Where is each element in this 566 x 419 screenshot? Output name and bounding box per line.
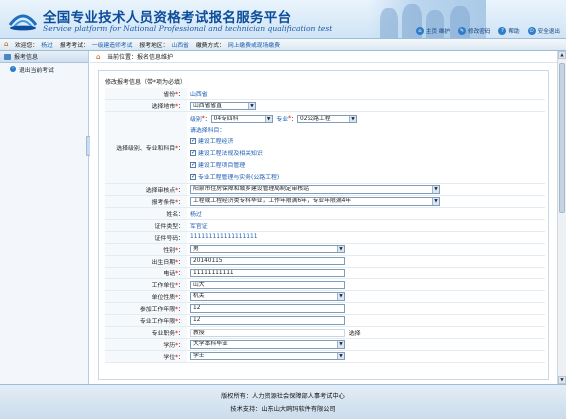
footer-tech-support: 技术支持：山东山大鸥玛软件有限公司	[230, 406, 336, 413]
exam-name: 一级建造师考试	[91, 43, 133, 49]
power-icon: ⏻	[527, 27, 536, 35]
exam-area: 山西省	[171, 43, 189, 49]
id-type-value: 军官证	[190, 223, 208, 230]
work-years-input[interactable]: 12	[190, 304, 345, 313]
key-icon: ✎	[458, 27, 467, 35]
arrow-right-icon: ›	[10, 66, 16, 72]
main-content: ⌂ 当前位置：报名信息维护 修改报考信息（带*项为必填） 省份*： 山西省 选择…	[90, 51, 557, 384]
checkbox-checked-icon	[190, 173, 196, 180]
form-row-work-years: 参加工作年限*： 12	[105, 302, 545, 316]
form-row-id-no: 证件号码： 111111111111111111	[105, 231, 545, 244]
sidebar: 报考信息 › 退出当前考试	[0, 51, 89, 384]
home-icon: ⌂	[415, 27, 424, 35]
form-table: 省份*： 山西省 选择地市*： 山西省省直 ▼ 选择级别、专业和科目*： 级别 *：…	[105, 88, 545, 363]
condition-select[interactable]: 工程或工程经济类专科毕业，工作年限满6年，专业年限满4年 ▼	[190, 197, 440, 206]
pro-years-input[interactable]: 12	[190, 316, 345, 325]
checkbox-checked-icon	[190, 137, 196, 144]
level-select[interactable]: 04专四科 ▼	[210, 114, 273, 124]
site-footer: 版权所有：人力资源社会保障部人事考试中心 技术支持：山东山大鸥玛软件有限公司	[0, 384, 566, 419]
major-select[interactable]: 02公路工程 ▼	[297, 114, 357, 124]
review-site-select[interactable]: 阳泉市住房保障和城乡建设管理局制定审核站 ▼	[190, 185, 440, 194]
choose-title-button[interactable]: 选择	[349, 331, 361, 337]
site-title: 全国专业技术人员资格考试报名服务平台	[43, 10, 292, 26]
form-row-site: 选择审核点*： 阳泉市住房保障和城乡建设管理局制定审核站 ▼	[105, 183, 545, 197]
form-row-condition: 报考条件*： 工程或工程经济类专科毕业，工作年限满6年，专业年限满4年 ▼	[105, 195, 545, 209]
site-header: 全国专业技术人员资格考试报名服务平台 Service platform for …	[0, 0, 566, 38]
education-select[interactable]: 大学本科毕业 ▼	[190, 340, 345, 349]
header-link-password[interactable]: ✎ 修改密码	[458, 27, 490, 35]
subject-checkbox-1[interactable]: 建设工程经济	[190, 135, 545, 147]
subject-checkbox-3[interactable]: 建设工程项目管理	[190, 159, 545, 171]
name-value: 杨过	[190, 212, 202, 218]
chevron-down-icon: ▼	[337, 245, 344, 253]
form-row-phone: 电话*： 11111111111	[105, 267, 545, 280]
id-number-value: 111111111111111111	[190, 234, 258, 241]
help-icon: ?	[498, 27, 507, 35]
form-row-degree: 学位*： 学士 ▼	[105, 350, 545, 363]
scroll-down-icon[interactable]: ▼	[558, 376, 566, 384]
payment-method: 网上缴费或现场缴费	[227, 43, 280, 49]
site-subtitle: Service platform for National Profession…	[43, 24, 333, 33]
subject-checkbox-2[interactable]: 建设工程法规及相关知识	[190, 147, 545, 159]
subject-checkbox-4[interactable]: 专业工程管理与实务(公路工程)	[190, 171, 545, 183]
form-row-edu: 学历*： 大学本科毕业 ▼	[105, 338, 545, 351]
header-link-logout[interactable]: ⏻ 安全退出	[527, 27, 560, 35]
registration-form: 修改报考信息（带*项为必填） 省份*： 山西省 选择地市*： 山西省省直 ▼ 选择…	[98, 70, 549, 380]
chevron-down-icon: ▼	[248, 102, 255, 110]
checkbox-checked-icon	[190, 161, 196, 168]
sidebar-header: 报考信息	[0, 51, 88, 63]
form-title: 修改报考信息（带*项为必填）	[105, 79, 187, 86]
form-row-city: 选择地市*： 山西省省直 ▼	[105, 99, 545, 113]
form-row-name: 姓名： 杨过	[105, 207, 545, 220]
form-row-birth: 出生日期*： 20140115	[105, 255, 545, 268]
chevron-down-icon: ▼	[337, 352, 344, 360]
chevron-down-icon: ▼	[432, 186, 439, 194]
employer-input[interactable]: 山大	[190, 280, 345, 290]
province-value: 山西省	[190, 92, 208, 99]
sidebar-item-exit-exam[interactable]: › 退出当前考试	[0, 63, 88, 75]
footer-copyright: 版权所有：人力资源社会保障部人事考试中心	[221, 393, 345, 400]
scroll-up-icon[interactable]: ▲	[558, 51, 566, 59]
house-icon: ⌂	[4, 40, 9, 48]
title-input[interactable]: 教授	[190, 328, 345, 338]
header-link-help[interactable]: ? 帮助	[498, 27, 520, 35]
chevron-down-icon: ▼	[349, 115, 356, 123]
gender-select[interactable]: 男 ▼	[190, 244, 345, 254]
form-row-pro-years: 专业工作年限*： 12	[105, 314, 545, 327]
unit-type-select[interactable]: 机关 ▼	[190, 292, 345, 301]
degree-select[interactable]: 学士 ▼	[190, 351, 345, 361]
birth-date-input[interactable]: 20140115	[190, 256, 345, 266]
form-row-gender: 性别*： 男 ▼	[105, 243, 545, 256]
chevron-down-icon: ▼	[432, 198, 439, 205]
city-select[interactable]: 山西省省直 ▼	[190, 101, 256, 111]
checkbox-checked-icon	[190, 149, 196, 156]
phone-input[interactable]: 11111111111	[190, 268, 345, 278]
user-name: 杨过	[41, 43, 53, 49]
breadcrumb: ⌂ 当前位置：报名信息维护	[90, 51, 557, 63]
chevron-down-icon: ▼	[264, 115, 272, 123]
form-row-id-type: 证件类型： 军官证	[105, 219, 545, 232]
form-row-unit-type: 单位性质*： 机关 ▼	[105, 290, 545, 304]
scroll-thumb[interactable]	[559, 63, 565, 213]
form-row-employer: 工作单位*： 山大	[105, 278, 545, 292]
vertical-scrollbar[interactable]: ▲ ▼	[557, 51, 566, 384]
form-row-title: 专业职务*： 教授 选择	[105, 326, 545, 339]
folder-icon	[4, 53, 11, 60]
chevron-down-icon: ▼	[337, 341, 344, 348]
form-row-subject: 选择级别、专业和科目*： 级别 *： 04专四科 ▼ 专业 *： 02公路工程 ▼ 请选…	[105, 111, 545, 185]
header-link-home[interactable]: ⌂ 主页 维护	[415, 27, 450, 35]
header-links: ⌂ 主页 维护 ✎ 修改密码 ? 帮助 ⏻ 安全退出	[415, 27, 560, 35]
form-row-province: 省份*： 山西省	[105, 88, 545, 101]
chevron-down-icon: ▼	[337, 293, 344, 301]
house-icon: ⌂	[96, 52, 101, 61]
user-info-bar: ⌂ 欢迎您： 杨过 报考考试： 一级建造师考试 报考地区： 山西省 缴费方式： …	[0, 38, 566, 51]
logo-icon	[8, 14, 38, 31]
